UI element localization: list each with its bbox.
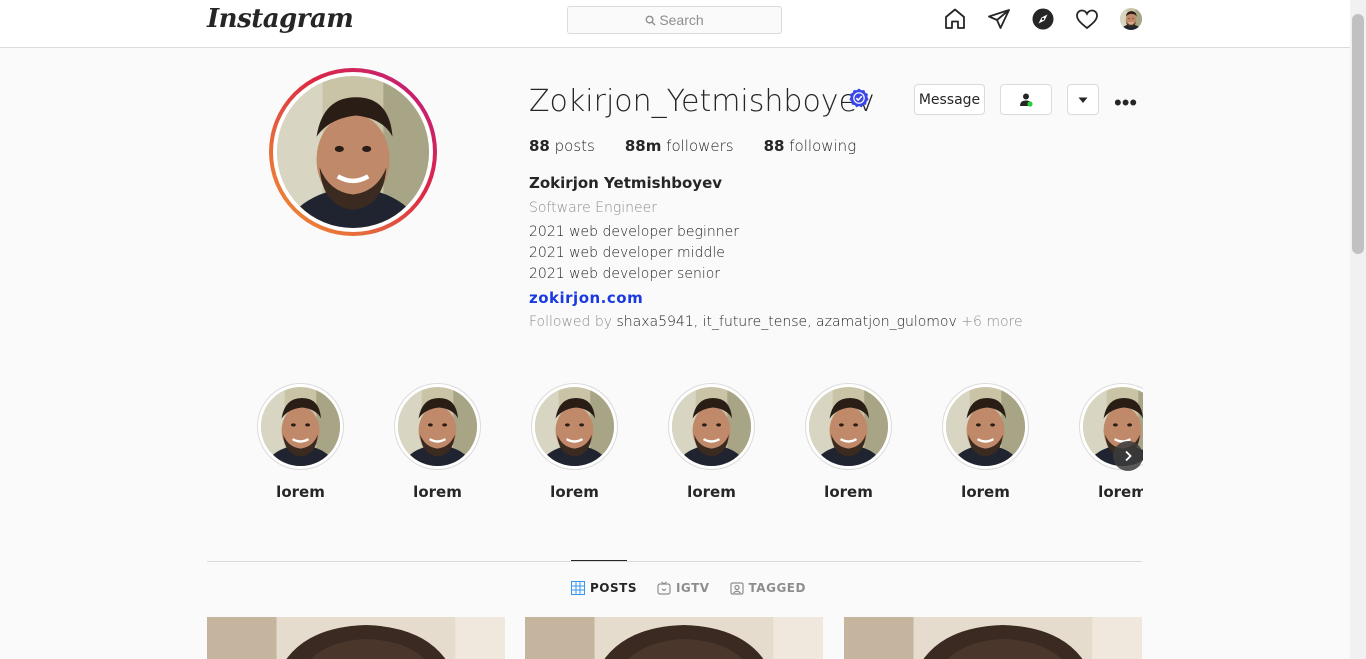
bio-line: 2021 web developer beginner <box>529 224 739 240</box>
profile-picture[interactable] <box>269 68 437 236</box>
top-nav: Instagram Search <box>0 0 1350 48</box>
bio-line: 2021 web developer senior <box>529 266 721 282</box>
instagram-logo[interactable]: Instagram <box>207 4 354 34</box>
home-icon[interactable] <box>942 6 968 32</box>
highlight-item[interactable]: lorem <box>531 383 618 501</box>
search-icon <box>645 15 656 26</box>
profile-tabs: POSTS IGTV TAGGED <box>571 581 826 595</box>
message-button[interactable]: Message <box>914 84 985 115</box>
following-button[interactable] <box>1000 84 1052 115</box>
tab-posts[interactable]: POSTS <box>571 581 637 595</box>
highlight-item[interactable]: lorem <box>257 383 344 501</box>
highlight-item[interactable]: lorem <box>942 383 1029 501</box>
post-thumbnail[interactable] <box>207 617 505 659</box>
search-placeholder: Search <box>659 12 704 28</box>
tagged-icon <box>729 582 744 595</box>
highlight-item[interactable]: lorem <box>668 383 755 501</box>
tab-tagged[interactable]: TAGGED <box>729 581 806 595</box>
highlights-next-button[interactable] <box>1113 441 1143 471</box>
profile-username: Zokirjon_Yetmishboyev <box>529 84 875 119</box>
followed-by[interactable]: Followed by shaxa5941, it_future_tense, … <box>529 312 1023 333</box>
profile-bio: Zokirjon Yetmishboyev Software Engineer … <box>529 174 1023 333</box>
igtv-icon <box>657 581 671 595</box>
bio-line: 2021 web developer middle <box>529 245 725 261</box>
direct-message-icon[interactable] <box>986 6 1012 32</box>
highlight-item[interactable]: lorem <box>394 383 481 501</box>
page-scrollbar[interactable] <box>1350 0 1366 659</box>
options-more-icon[interactable]: ••• <box>1114 90 1137 116</box>
highlight-item[interactable]: lorem <box>805 383 892 501</box>
suggested-dropdown-button[interactable] <box>1067 84 1099 115</box>
tabs-divider <box>207 561 1142 562</box>
active-tab-indicator <box>571 560 627 561</box>
tab-igtv[interactable]: IGTV <box>657 581 710 595</box>
highlight-label: lorem <box>550 483 599 501</box>
website-link[interactable]: zokirjon.com <box>529 288 1023 309</box>
full-name: Zokirjon Yetmishboyev <box>529 174 723 192</box>
story-highlights: lorem lorem lorem lorem lorem lorem lore… <box>207 383 1143 503</box>
post-thumbnail[interactable] <box>844 617 1142 659</box>
posts-count[interactable]: 88 posts <box>529 137 595 155</box>
highlight-label: lorem <box>276 483 325 501</box>
profile-avatar-icon[interactable] <box>1120 8 1142 30</box>
scrollbar-thumb[interactable] <box>1352 14 1364 254</box>
highlight-label: lorem <box>413 483 462 501</box>
verified-badge-icon <box>849 88 869 108</box>
explore-icon[interactable] <box>1030 6 1056 32</box>
profile-photo <box>277 76 429 228</box>
grid-icon <box>571 581 585 595</box>
profile-picture-border <box>273 72 433 232</box>
followers-count[interactable]: 88m followers <box>625 137 734 155</box>
search-input[interactable]: Search <box>567 6 782 34</box>
profile-stats: 88 posts 88m followers 88 following <box>529 137 886 155</box>
profile-category: Software Engineer <box>529 200 658 216</box>
highlight-label: lorem <box>824 483 873 501</box>
highlight-label: lorem <box>687 483 736 501</box>
post-thumbnail[interactable] <box>525 617 823 659</box>
highlight-label: lorem <box>1098 483 1143 501</box>
following-person-icon <box>1020 93 1033 107</box>
highlight-label: lorem <box>961 483 1010 501</box>
chevron-right-icon <box>1125 450 1132 462</box>
following-count[interactable]: 88 following <box>764 137 857 155</box>
nav-icons <box>942 6 1142 32</box>
chevron-down-icon <box>1078 97 1088 103</box>
heart-icon[interactable] <box>1074 6 1100 32</box>
